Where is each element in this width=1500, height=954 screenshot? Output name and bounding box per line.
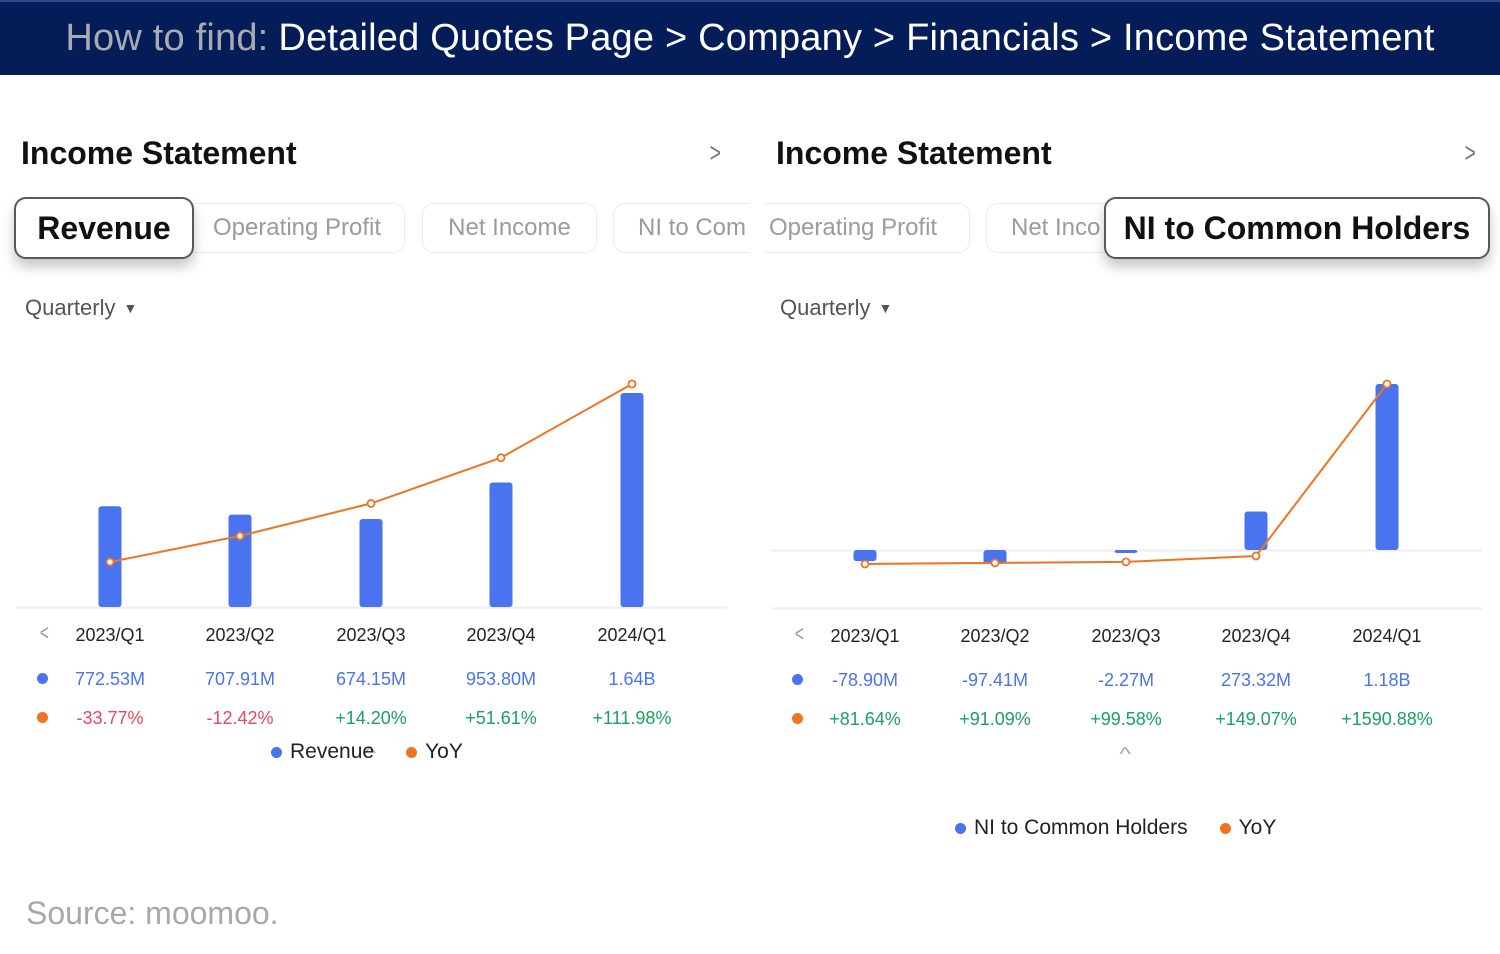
chart-legend: Revenue YoY bbox=[271, 740, 495, 764]
quarter-label: 2023/Q2 bbox=[960, 626, 1030, 646]
yoy-value: +14.20% bbox=[335, 708, 407, 728]
ni-value: 273.32M bbox=[1220, 670, 1292, 690]
yoy-value: +91.09% bbox=[959, 709, 1031, 729]
quarter-label: 2023/Q3 bbox=[1091, 626, 1161, 646]
yoy-value: +99.58% bbox=[1090, 709, 1162, 729]
legend-label: Revenue bbox=[290, 740, 375, 763]
revenue-value: 674.15M bbox=[335, 669, 407, 689]
quarter-label: 2024/Q1 bbox=[1352, 626, 1422, 646]
ni-value: 1.18B bbox=[1363, 670, 1411, 690]
quarter-label: 2023/Q4 bbox=[466, 625, 536, 645]
yoy-line bbox=[864, 383, 1388, 565]
bar-2023-q3 bbox=[1114, 550, 1138, 553]
yoy-value: +149.07% bbox=[1215, 709, 1297, 729]
legend-label: YoY bbox=[1238, 816, 1277, 839]
source-caption: Source: moomoo. bbox=[26, 895, 279, 931]
yoy-value: +81.64% bbox=[829, 709, 901, 729]
revenue-value: 707.91M bbox=[204, 669, 276, 689]
quarter-label: 2023/Q3 bbox=[336, 625, 406, 645]
quarter-label: 2023/Q2 bbox=[205, 625, 275, 645]
tab-ni-to-common-holders[interactable]: NI to Common Holders bbox=[1104, 197, 1490, 259]
ni-value: -78.90M bbox=[831, 670, 899, 690]
legend-item-yoy: YoY bbox=[1219, 816, 1277, 840]
legend-dot bbox=[955, 822, 966, 834]
yoy-value: +111.98% bbox=[592, 708, 672, 728]
legend-item-yoy: YoY bbox=[406, 740, 463, 764]
ni-value: -2.27M bbox=[1097, 670, 1155, 690]
ni-value: -97.41M bbox=[961, 670, 1029, 690]
quarter-label: 2024/Q1 bbox=[597, 625, 667, 645]
bar-2024-q1 bbox=[1375, 384, 1399, 550]
yoy-value: +51.61% bbox=[465, 708, 537, 728]
revenue-value: 772.53M bbox=[74, 669, 146, 689]
yoy-value: +1590.88% bbox=[1341, 709, 1433, 729]
legend-dot bbox=[271, 746, 282, 758]
quarter-label: 2023/Q1 bbox=[830, 626, 900, 646]
yoy-value: -12.42% bbox=[206, 708, 274, 728]
revenue-value: 1.64B bbox=[608, 669, 656, 689]
collapse-chevron-up-icon[interactable]: ^ bbox=[1119, 744, 1131, 765]
legend-label: YoY bbox=[425, 740, 463, 763]
legend-label: NI to Common Holders bbox=[974, 816, 1188, 839]
legend-dot bbox=[1219, 822, 1231, 834]
legend-item-ni-common: NI to Common Holders bbox=[955, 816, 1188, 840]
ni-common-chart bbox=[771, 379, 1482, 610]
revenue-value: 953.80M bbox=[465, 669, 537, 689]
yoy-point-2023-q4 bbox=[1251, 551, 1261, 561]
legend-dot bbox=[406, 746, 418, 758]
yoy-point-2023-q2 bbox=[990, 558, 1000, 568]
quarter-label: 2023/Q4 bbox=[1221, 626, 1291, 646]
legend-item-revenue: Revenue bbox=[271, 740, 374, 764]
yoy-point-2023-q1 bbox=[860, 559, 870, 569]
yoy-value: -33.77% bbox=[76, 708, 144, 728]
tab-revenue[interactable]: Revenue bbox=[14, 197, 194, 259]
chart-legend: NI to Common Holders YoY bbox=[955, 816, 1308, 840]
quarter-label: 2023/Q1 bbox=[75, 625, 145, 645]
bar-2023-q1 bbox=[853, 550, 877, 562]
yoy-point-2023-q3 bbox=[1121, 557, 1131, 567]
yoy-point-2024-q1 bbox=[1382, 379, 1392, 389]
